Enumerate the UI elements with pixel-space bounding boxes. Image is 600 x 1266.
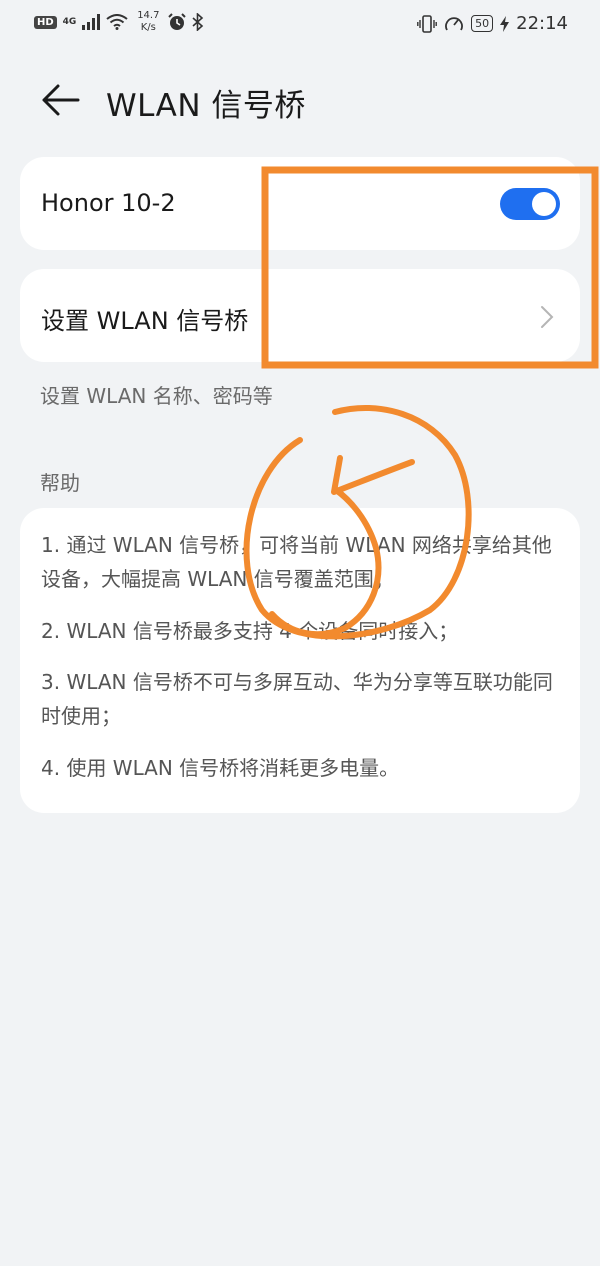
charging-icon <box>500 15 510 32</box>
arrow-left-icon[interactable] <box>38 78 82 122</box>
page-title: WLAN 信号桥 <box>106 88 306 124</box>
chevron-right-icon <box>541 306 554 328</box>
status-bar: HD 4G 14.7 K/s 50 22:14 <box>0 0 600 52</box>
toggle-knob <box>532 192 556 216</box>
help-item-4: 4. 使用 WLAN 信号桥将消耗更多电量。 <box>41 756 400 780</box>
help-item-3: 3. WLAN 信号桥不可与多屏互动、华为分享等互联功能同时使用； <box>41 670 553 728</box>
app-header: WLAN 信号桥 <box>0 70 600 130</box>
alarm-icon <box>168 13 187 30</box>
wifi-icon <box>106 14 128 30</box>
data-rate-unit: K/s <box>140 22 156 33</box>
bridge-toggle-switch[interactable] <box>500 188 560 220</box>
signal-icon <box>82 14 101 30</box>
help-heading: 帮助 <box>40 471 80 495</box>
data-rate-value: 14.7 <box>137 10 160 21</box>
status-right: 50 22:14 <box>417 13 568 34</box>
network-type: 4G <box>62 17 77 27</box>
data-rate: 14.7 K/s <box>134 10 162 34</box>
setup-bridge-label: 设置 WLAN 信号桥 <box>41 307 249 335</box>
help-card: 1. 通过 WLAN 信号桥，可将当前 WLAN 网络共享给其他设备，大幅提高 … <box>20 508 580 813</box>
help-item-1: 1. 通过 WLAN 信号桥，可将当前 WLAN 网络共享给其他设备，大幅提高 … <box>41 533 552 591</box>
setup-bridge-row[interactable]: 设置 WLAN 信号桥 <box>20 269 580 362</box>
setup-subtitle: 设置 WLAN 名称、密码等 <box>40 384 273 408</box>
network-name-label: Honor 10-2 <box>41 189 176 217</box>
clock: 22:14 <box>516 13 568 34</box>
data-saver-icon <box>445 16 464 30</box>
bluetooth-icon <box>192 13 204 31</box>
hd-badge: HD <box>34 15 57 29</box>
bridge-toggle-card: Honor 10-2 <box>20 157 580 250</box>
status-left: HD 4G 14.7 K/s <box>34 10 204 34</box>
help-item-2: 2. WLAN 信号桥最多支持 4 个设备同时接入； <box>41 619 459 643</box>
vibrate-icon <box>417 14 438 33</box>
battery-level: 50 <box>471 15 494 32</box>
